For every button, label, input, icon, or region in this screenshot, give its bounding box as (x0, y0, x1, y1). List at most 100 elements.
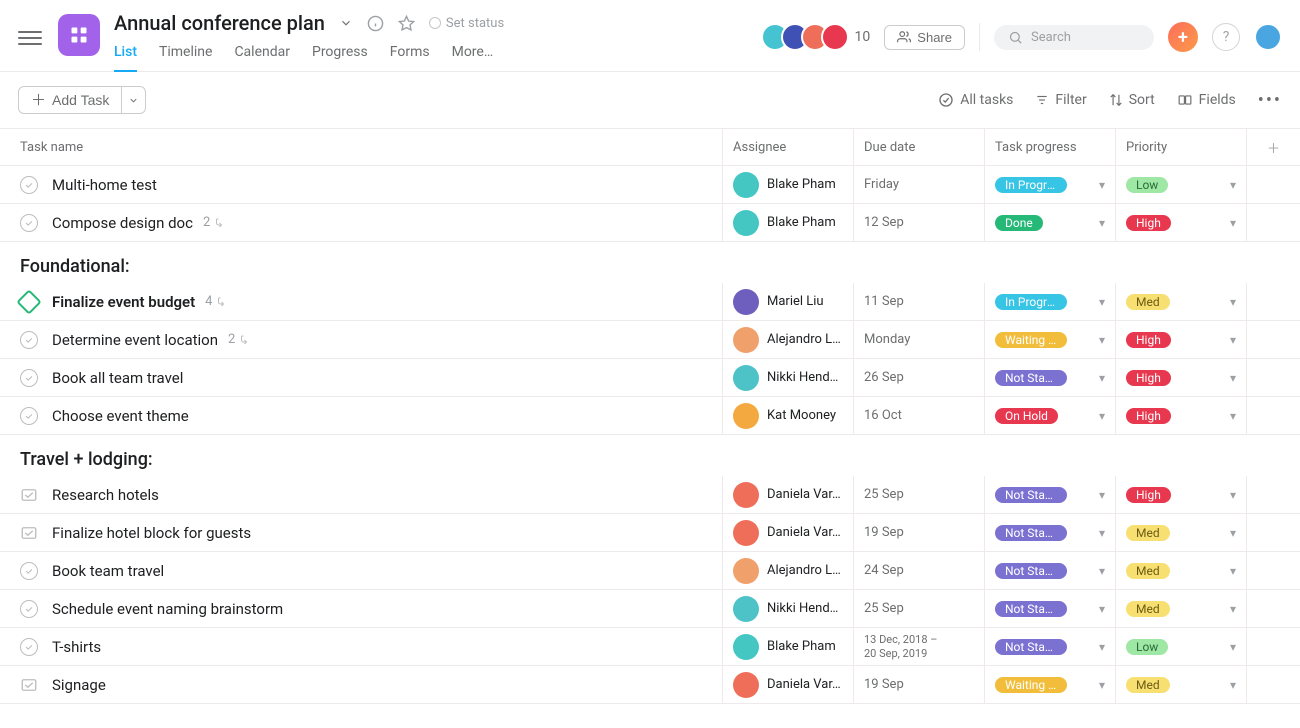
priority-pill[interactable]: Med (1126, 601, 1170, 617)
section-header[interactable]: Travel + lodging: (0, 435, 1300, 476)
assignee[interactable]: Nikki Hend… (733, 365, 838, 391)
col-header-progress[interactable]: Task progress (984, 128, 1115, 165)
sidebar-toggle[interactable] (18, 26, 42, 50)
approval-icon[interactable] (20, 486, 38, 504)
my-avatar[interactable] (1254, 23, 1282, 51)
add-task-dropdown[interactable] (122, 86, 146, 114)
chevron-down-icon[interactable]: ▾ (1099, 564, 1105, 578)
assignee[interactable]: Blake Pham (733, 172, 836, 198)
task-name[interactable]: Research hotels (52, 486, 159, 504)
task-name[interactable]: Finalize hotel block for guests (52, 524, 251, 542)
progress-pill[interactable]: Not Start… (995, 563, 1067, 579)
task-name[interactable]: Finalize event budget (52, 293, 195, 311)
task-row[interactable]: Finalize hotel block for guests Daniela V… (0, 514, 1300, 552)
chevron-down-icon[interactable]: ▾ (1099, 640, 1105, 654)
chevron-down-icon[interactable]: ▾ (1230, 640, 1236, 654)
milestone-icon[interactable] (16, 289, 41, 314)
chevron-down-icon[interactable]: ▾ (1230, 678, 1236, 692)
task-name[interactable]: Determine event location (52, 331, 218, 349)
complete-checkbox[interactable] (20, 638, 38, 656)
assignee[interactable]: Daniela Var… (733, 672, 841, 698)
project-color-icon[interactable] (58, 14, 100, 56)
tab-list[interactable]: List (114, 44, 137, 72)
progress-pill[interactable]: In Progre… (995, 177, 1067, 193)
col-header-due[interactable]: Due date (853, 128, 984, 165)
priority-pill[interactable]: High (1126, 332, 1171, 348)
global-search[interactable]: Search (994, 25, 1154, 50)
due-date[interactable]: 24 Sep (864, 563, 904, 578)
chevron-down-icon[interactable]: ▾ (1230, 333, 1236, 347)
chevron-down-icon[interactable]: ▾ (1230, 295, 1236, 309)
assignee[interactable]: Daniela Var… (733, 520, 841, 546)
col-header-name[interactable]: Task name (0, 128, 722, 165)
chevron-down-icon[interactable]: ▾ (1230, 526, 1236, 540)
chevron-down-icon[interactable]: ▾ (1099, 178, 1105, 192)
due-date[interactable]: Monday (864, 332, 910, 347)
assignee[interactable]: Daniela Var… (733, 482, 841, 508)
task-name[interactable]: Schedule event naming brainstorm (52, 600, 283, 618)
task-row[interactable]: Multi-home test Blake Pham Friday In Progre… (0, 166, 1300, 204)
col-header-assignee[interactable]: Assignee (722, 128, 853, 165)
fields-button[interactable]: Fields (1177, 92, 1236, 108)
tab-forms[interactable]: Forms (390, 44, 430, 72)
chevron-down-icon[interactable]: ▾ (1099, 488, 1105, 502)
assignee[interactable]: Alejandro L… (733, 327, 841, 353)
task-row[interactable]: Compose design doc2 Blake Pham12 SepDone… (0, 204, 1300, 242)
complete-checkbox[interactable] (20, 600, 38, 618)
priority-pill[interactable]: Low (1126, 639, 1168, 655)
assignee[interactable]: Mariel Liu (733, 289, 824, 315)
chevron-down-icon[interactable]: ▾ (1230, 216, 1236, 230)
chevron-down-icon[interactable]: ▾ (1099, 409, 1105, 423)
complete-checkbox[interactable] (20, 176, 38, 194)
task-row[interactable]: Determine event location2 Alejandro L…Mo… (0, 321, 1300, 359)
priority-pill[interactable]: High (1126, 370, 1171, 386)
task-name[interactable]: Book team travel (52, 562, 164, 580)
due-date[interactable]: 26 Sep (864, 370, 904, 385)
due-date[interactable]: 12 Sep (864, 215, 904, 230)
project-menu-caret[interactable] (339, 16, 353, 30)
due-date[interactable]: 19 Sep (864, 525, 904, 540)
project-info-icon[interactable] (367, 15, 384, 32)
share-button[interactable]: Share (884, 25, 965, 50)
chevron-down-icon[interactable]: ▾ (1099, 526, 1105, 540)
chevron-down-icon[interactable]: ▾ (1230, 602, 1236, 616)
chevron-down-icon[interactable]: ▾ (1099, 602, 1105, 616)
task-row[interactable]: Book team travelAlejandro L…24 SepNot St… (0, 552, 1300, 590)
chevron-down-icon[interactable]: ▾ (1099, 371, 1105, 385)
task-row[interactable]: Choose event themeKat Mooney16 OctOn Hol… (0, 397, 1300, 435)
chevron-down-icon[interactable]: ▾ (1230, 371, 1236, 385)
task-name[interactable]: Multi-home test (52, 176, 157, 194)
assignee[interactable]: Blake Pham (733, 634, 836, 660)
progress-pill[interactable]: Not Start… (995, 601, 1067, 617)
due-date[interactable]: 25 Sep (864, 487, 904, 502)
tab-progress[interactable]: Progress (312, 44, 368, 72)
member-avatars[interactable]: 10 (761, 23, 871, 51)
task-row[interactable]: Schedule event naming brainstormNikki He… (0, 590, 1300, 628)
complete-checkbox[interactable] (20, 407, 38, 425)
due-date[interactable]: Friday (864, 177, 899, 192)
due-date[interactable]: 19 Sep (864, 677, 904, 692)
task-row[interactable]: Book all team travelNikki Hend…26 SepNot… (0, 359, 1300, 397)
chevron-down-icon[interactable]: ▾ (1230, 409, 1236, 423)
assignee[interactable]: Kat Mooney (733, 403, 836, 429)
add-column-button[interactable]: ＋ (1246, 128, 1300, 165)
task-row[interactable]: Research hotelsDaniela Var…25 SepNot Sta… (0, 476, 1300, 514)
assignee[interactable]: Blake Pham (733, 210, 836, 236)
priority-pill[interactable]: Med (1126, 294, 1170, 310)
priority-pill[interactable]: High (1126, 487, 1171, 503)
task-row[interactable]: Finalize event budget4 Mariel Liu11 SepI… (0, 283, 1300, 321)
task-name[interactable]: Signage (52, 676, 106, 694)
tab-calendar[interactable]: Calendar (234, 44, 290, 72)
progress-pill[interactable]: Not Start… (995, 639, 1067, 655)
due-date[interactable]: 25 Sep (864, 601, 904, 616)
task-name[interactable]: T-shirts (52, 638, 101, 656)
progress-pill[interactable]: Done (995, 215, 1043, 231)
task-name[interactable]: Book all team travel (52, 369, 183, 387)
chevron-down-icon[interactable]: ▾ (1230, 488, 1236, 502)
progress-pill[interactable]: In Progre… (995, 294, 1067, 310)
progress-pill[interactable]: On Hold (995, 408, 1058, 424)
more-actions-button[interactable]: ••• (1258, 90, 1282, 111)
complete-checkbox[interactable] (20, 214, 38, 232)
tab-more[interactable]: More… (452, 44, 494, 72)
add-task-button[interactable]: ＋ Add Task (18, 86, 122, 114)
